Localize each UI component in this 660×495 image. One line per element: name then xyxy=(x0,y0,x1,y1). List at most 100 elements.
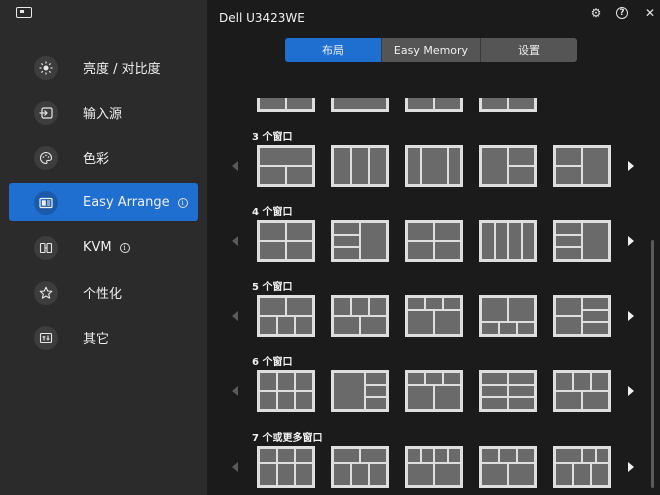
scroll-left-arrow-icon[interactable] xyxy=(232,386,238,396)
palette-icon xyxy=(34,146,58,170)
section-label: 6 个窗口 xyxy=(252,357,293,368)
section-label: 4 个窗口 xyxy=(252,207,293,218)
sidebar: 亮度 / 对比度 输入源 色彩 Easy Arrange i KVM i 个性化… xyxy=(0,0,207,495)
layout-option[interactable] xyxy=(553,220,611,262)
sidebar-item-personalize[interactable]: 个性化 xyxy=(9,273,198,311)
layout-cell xyxy=(573,464,591,485)
layout-option[interactable] xyxy=(479,446,537,488)
layout-cell xyxy=(296,449,312,463)
layout-cell xyxy=(509,98,534,109)
layout-cell xyxy=(260,298,285,315)
layout-cell xyxy=(592,373,608,390)
layout-option[interactable] xyxy=(479,220,537,262)
sidebar-item-easy-arrange[interactable]: Easy Arrange i xyxy=(9,183,198,221)
tab-easy-memory[interactable]: Easy Memory xyxy=(382,38,481,62)
layout-cell xyxy=(435,464,460,485)
layout-cell xyxy=(361,317,386,334)
scroll-right-arrow-icon[interactable] xyxy=(628,311,634,321)
tab-settings[interactable]: 设置 xyxy=(481,38,577,62)
sidebar-item-others[interactable]: 其它 xyxy=(9,318,198,356)
sidebar-item-label: 个性化 xyxy=(83,286,123,302)
layout-cell xyxy=(583,223,608,259)
layout-option[interactable] xyxy=(553,446,611,488)
tab-layout[interactable]: 布局 xyxy=(285,38,382,62)
layout-option[interactable] xyxy=(257,220,315,262)
layout-cell xyxy=(499,323,517,334)
help-icon[interactable]: ? xyxy=(616,7,628,19)
layout-cell xyxy=(556,235,581,247)
layout-option[interactable] xyxy=(331,98,389,112)
layout-cell xyxy=(408,298,424,309)
scroll-left-arrow-icon[interactable] xyxy=(232,462,238,472)
scroll-left-arrow-icon[interactable] xyxy=(232,236,238,246)
layout-cell xyxy=(351,464,369,485)
layout-option[interactable] xyxy=(553,145,611,187)
layout-cell xyxy=(556,298,581,315)
layout-option[interactable] xyxy=(479,145,537,187)
layout-cell xyxy=(334,98,386,109)
layout-cell xyxy=(583,392,608,409)
layout-option[interactable] xyxy=(257,295,315,337)
layout-cell xyxy=(435,223,460,240)
layout-cell xyxy=(361,449,386,463)
layout-cell xyxy=(277,464,295,485)
layout-cell xyxy=(334,248,359,259)
layout-option[interactable] xyxy=(479,370,537,412)
sidebar-item-input-source[interactable]: 输入源 xyxy=(9,93,198,131)
scroll-right-arrow-icon[interactable] xyxy=(628,161,634,171)
layout-cell xyxy=(522,223,534,259)
layout-option[interactable] xyxy=(257,370,315,412)
scroll-right-arrow-icon[interactable] xyxy=(628,386,634,396)
layout-option[interactable] xyxy=(553,295,611,337)
layout-cell xyxy=(260,392,276,409)
section-label: 7 个或更多窗口 xyxy=(252,433,323,444)
layout-cell xyxy=(366,385,386,397)
layout-option[interactable] xyxy=(405,220,463,262)
layout-option[interactable] xyxy=(479,295,537,337)
gear-icon[interactable]: ⚙ xyxy=(589,6,603,20)
info-icon[interactable]: i xyxy=(119,242,130,253)
layout-option[interactable] xyxy=(405,98,463,112)
layout-option[interactable] xyxy=(553,370,611,412)
scrollbar[interactable] xyxy=(651,240,654,488)
layout-cell xyxy=(408,385,433,409)
layout-cell xyxy=(421,449,433,463)
layout-option[interactable] xyxy=(479,98,537,112)
layout-option[interactable] xyxy=(331,446,389,488)
layout-cell xyxy=(425,298,443,309)
layout-cell xyxy=(518,449,534,463)
sidebar-item-brightness-contrast[interactable]: 亮度 / 对比度 xyxy=(9,48,198,86)
layout-option[interactable] xyxy=(405,145,463,187)
layout-option[interactable] xyxy=(405,370,463,412)
layout-option[interactable] xyxy=(331,145,389,187)
layout-cell xyxy=(334,373,365,409)
layout-cell xyxy=(260,223,285,240)
layout-option[interactable] xyxy=(405,295,463,337)
sidebar-item-label: 输入源 xyxy=(83,106,123,122)
scroll-right-arrow-icon[interactable] xyxy=(628,236,634,246)
close-icon[interactable]: ✕ xyxy=(643,6,657,20)
brightness-icon xyxy=(34,56,58,80)
layout-cell xyxy=(482,449,498,463)
layout-option[interactable] xyxy=(257,98,315,112)
sidebar-item-color[interactable]: 色彩 xyxy=(9,138,198,176)
sidebar-item-kvm[interactable]: KVM i xyxy=(9,228,198,266)
scroll-left-arrow-icon[interactable] xyxy=(232,161,238,171)
layout-cell xyxy=(592,464,608,485)
layout-option[interactable] xyxy=(331,220,389,262)
layout-option[interactable] xyxy=(331,295,389,337)
scroll-right-arrow-icon[interactable] xyxy=(628,462,634,472)
layout-cell xyxy=(482,223,494,259)
layout-cell xyxy=(370,464,386,485)
layout-option[interactable] xyxy=(257,446,315,488)
layout-option[interactable] xyxy=(257,145,315,187)
scroll-left-arrow-icon[interactable] xyxy=(232,311,238,321)
info-icon[interactable]: i xyxy=(177,197,188,208)
layout-option[interactable] xyxy=(331,370,389,412)
layout-cell xyxy=(509,385,534,397)
layout-cell xyxy=(583,298,608,309)
layout-cell xyxy=(435,242,460,259)
layout-cell xyxy=(408,373,424,384)
layout-cell xyxy=(277,392,295,409)
layout-option[interactable] xyxy=(405,446,463,488)
